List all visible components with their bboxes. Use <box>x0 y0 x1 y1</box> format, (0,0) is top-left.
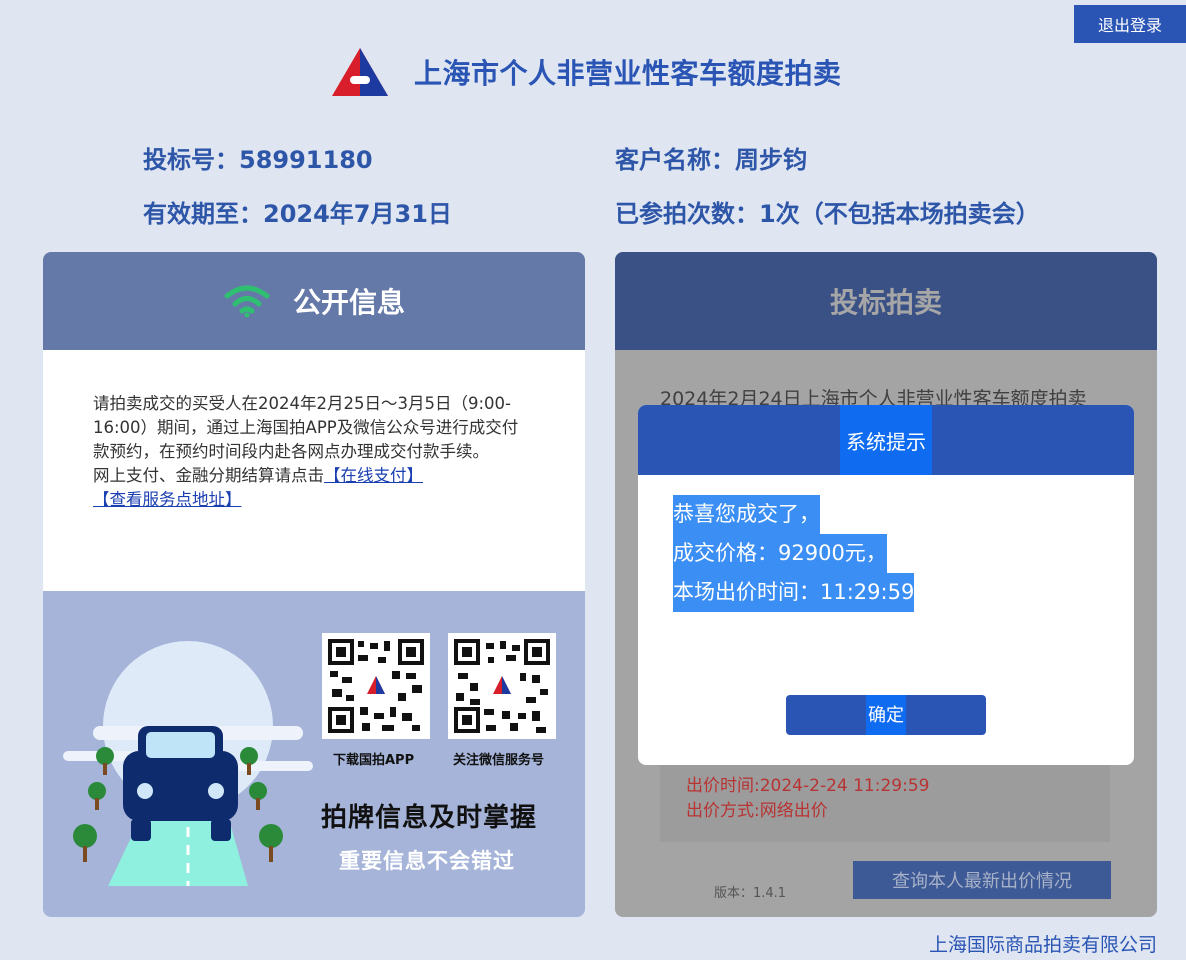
deal-price-text: 成交价格：92900元， <box>673 534 887 573</box>
participation-count: 已参拍次数：1次（不包括本场拍卖会） <box>615 200 1040 228</box>
bidding-header: 投标拍卖 <box>615 252 1157 350</box>
company-name: 上海国际商品拍卖有限公司 <box>928 934 1157 956</box>
deal-congrats-text: 恭喜您成交了， <box>673 495 820 534</box>
confirm-label: 确定 <box>866 695 906 735</box>
bid-time: 出价时间:2024-2-24 11:29:59 <box>686 776 930 796</box>
public-info-title: 公开信息 <box>292 286 405 319</box>
qr-code-icon <box>454 639 550 733</box>
system-alert-dialog: 系统提示 恭喜您成交了， 成交价格：92900元， 本场出价时间：11:29:5… <box>638 405 1134 765</box>
wifi-icon <box>224 285 270 318</box>
bid-number: 投标号：58991180 <box>143 146 373 174</box>
page-header: 上海市个人非营业性客车额度拍卖 <box>330 44 842 100</box>
deal-time-text: 本场出价时间：11:29:59 <box>673 573 915 612</box>
promo-subline: 重要信息不会错过 <box>339 849 515 873</box>
app-qr-label: 下载国拍APP <box>333 753 415 768</box>
version-label: 版本：1.4.1 <box>714 886 787 901</box>
logout-button[interactable]: 退出登录 <box>1074 5 1186 43</box>
bid-result-box: 出价时间:2024-2-24 11:29:59 出价方式:网络出价 <box>660 757 1110 842</box>
public-info-header: 公开信息 <box>43 252 585 350</box>
bidding-title: 投标拍卖 <box>829 286 942 319</box>
service-address-link[interactable]: 【查看服务点地址】 <box>93 490 242 509</box>
qr-code-icon <box>328 639 424 733</box>
valid-until: 有效期至：2024年7月31日 <box>143 200 452 228</box>
notice-payment-line: 网上支付、金融分期结算请点击【在线支付】 <box>93 464 533 488</box>
car-illustration <box>63 641 313 886</box>
dialog-title: 系统提示 <box>840 405 932 475</box>
bid-method: 出价方式:网络出价 <box>686 801 828 821</box>
dialog-header: 系统提示 <box>638 405 1134 475</box>
online-payment-link[interactable]: 【在线支付】 <box>324 466 423 485</box>
page-title: 上海市个人非营业性客车额度拍卖 <box>414 57 842 90</box>
query-latest-bid-button[interactable]: 查询本人最新出价情况 <box>853 861 1111 899</box>
notice-payment-text: 网上支付、金融分期结算请点击 <box>93 466 324 485</box>
wechat-qr-label: 关注微信服务号 <box>453 753 545 768</box>
app-promo-banner: 下载国拍APP 关注微信服务号 拍牌信息及时掌握 重要信息不会错过 <box>43 591 585 917</box>
payment-notice: 请拍卖成交的买受人在2024年2月25日～3月5日（9:00-16:00）期间，… <box>93 392 533 512</box>
notice-paragraph: 请拍卖成交的买受人在2024年2月25日～3月5日（9:00-16:00）期间，… <box>93 394 519 461</box>
promo-headline: 拍牌信息及时掌握 <box>321 803 538 833</box>
customer-name: 客户名称：周步钧 <box>615 146 807 174</box>
public-info-panel: 公开信息 请拍卖成交的买受人在2024年2月25日～3月5日（9:00-16:0… <box>43 252 585 917</box>
wechat-qr-code <box>448 633 556 739</box>
dialog-message: 恭喜您成交了， 成交价格：92900元， 本场出价时间：11:29:59 <box>673 495 915 612</box>
auction-logo-icon <box>332 48 388 96</box>
app-qr-code <box>322 633 430 739</box>
confirm-button[interactable]: 确定 <box>786 695 986 735</box>
